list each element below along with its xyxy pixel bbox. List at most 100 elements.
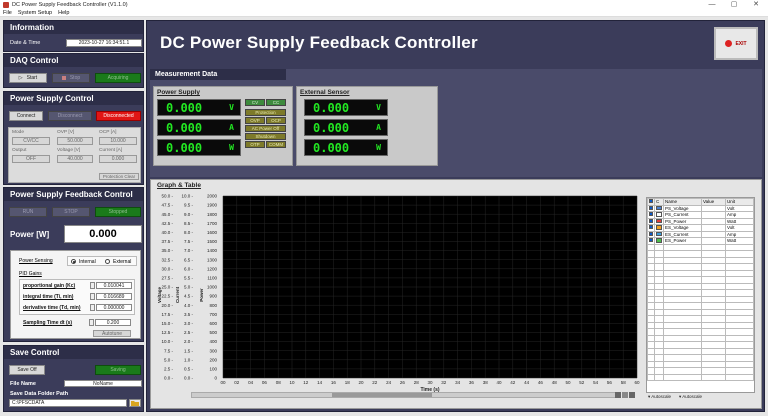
y-tick-label: 600 (209, 321, 217, 326)
daq-title: DAQ Control (4, 54, 143, 67)
autoscale-x-button[interactable]: ▾ Autoscale (648, 394, 678, 401)
output-field[interactable]: OFF (12, 155, 50, 163)
ti-field[interactable]: 0.016689 (96, 293, 132, 300)
y-tick-label: 17.5 - (161, 312, 173, 317)
stop-button[interactable]: Stop (52, 73, 90, 83)
x-tick-label: 04 (248, 380, 254, 385)
series-checkbox[interactable] (649, 212, 653, 217)
fb-stop-button[interactable]: STOP (52, 207, 90, 217)
y-tick-label: 1600 (207, 230, 218, 235)
series-checkbox[interactable] (649, 231, 653, 236)
y-tick-label: 1.0 - (184, 357, 194, 362)
x-tick-label: 50 (565, 380, 571, 385)
x-tick-label: 44 (524, 380, 530, 385)
disconnect-button[interactable]: Disconnect (48, 111, 92, 121)
y-tick-label: 47.5 - (161, 203, 173, 208)
external-sensor-box: External Sensor 0.000 V 0.000 A 0.000 W (296, 86, 438, 166)
dt-field[interactable]: 0.200 (95, 319, 131, 326)
zoom-icon[interactable] (615, 392, 621, 398)
kc-stepper[interactable] (90, 282, 95, 289)
series-color-swatch[interactable] (656, 218, 662, 223)
pan-icon[interactable] (622, 392, 628, 398)
maximize-button[interactable]: ▢ (724, 0, 744, 9)
minimize-button[interactable]: — (702, 0, 722, 9)
cursor-icon[interactable] (629, 392, 635, 398)
y-tick-label: 1000 (207, 285, 218, 290)
x-scrollbar[interactable] (191, 392, 621, 398)
start-button[interactable]: ▷ Start (9, 73, 47, 83)
td-field[interactable]: 0.000000 (96, 304, 132, 311)
kc-field[interactable]: 0.010041 (96, 282, 132, 289)
x-tick-label: 22 (372, 380, 378, 385)
series-checkbox[interactable] (649, 205, 653, 210)
exit-button[interactable]: EXIT (714, 27, 758, 60)
folder-path-field[interactable]: C:\PFSCDATA (9, 399, 127, 407)
x-tick-label: 32 (441, 380, 447, 385)
menu-file[interactable]: File (3, 10, 12, 16)
td-stepper[interactable] (90, 304, 95, 311)
dt-stepper[interactable] (89, 319, 94, 326)
series-checkbox[interactable] (649, 218, 653, 223)
y-axis-label: Current (175, 286, 180, 303)
internal-radio[interactable] (71, 259, 76, 264)
y-axis-label: Voltage (157, 287, 162, 303)
protection-clear-button[interactable]: Protection Clear (99, 173, 139, 180)
filename-field[interactable]: NoName (64, 380, 142, 387)
current-label: Current [A] (99, 148, 123, 153)
series-color-swatch[interactable] (656, 231, 662, 236)
close-button[interactable]: ✕ (746, 0, 766, 9)
y-tick-label: 5.5 - (184, 276, 194, 281)
run-button[interactable]: RUN (9, 207, 47, 217)
external-radio[interactable] (105, 259, 110, 264)
legend-body: PS_Voltage Volt PS_Current Amp PS_Power Watt E… (647, 204, 754, 381)
x-tick-label: 24 (386, 380, 392, 385)
ext-title: External Sensor (300, 89, 350, 96)
legend-row[interactable] (647, 373, 754, 381)
series-color-swatch[interactable] (656, 238, 662, 243)
browse-folder-button[interactable] (129, 399, 141, 407)
voltage-field[interactable]: 40.000 (57, 155, 93, 163)
external-label: External (113, 259, 132, 265)
y-tick-label: 300 (209, 348, 217, 353)
series-checkbox[interactable] (649, 225, 653, 230)
y-tick-label: 400 (209, 339, 217, 344)
autoscale-y-button[interactable]: ▾ Autoscale (679, 394, 709, 401)
comm-indicator: COMM (266, 141, 286, 148)
save-off-button[interactable]: Save Off (9, 365, 45, 375)
dt-label: Sampling Time dt (s) (23, 320, 73, 326)
y-tick-label: 25.0 - (161, 285, 173, 290)
menu-system-setup[interactable]: System Setup (18, 10, 52, 16)
ps-current-unit: A (229, 123, 234, 132)
ps-voltage-unit: V (229, 103, 234, 112)
ocp-field[interactable]: 10.000 (99, 137, 137, 145)
psc-settings-box: Mode OVP [V] OCP [A] CV/CC 50.000 10.000… (8, 127, 141, 183)
graph-tools (615, 392, 637, 399)
connect-button[interactable]: Connect (9, 111, 43, 121)
series-color-swatch[interactable] (656, 205, 662, 210)
series-color-swatch[interactable] (656, 225, 662, 230)
ps-voltage-value: 0.000 (166, 100, 203, 115)
y-tick-label: 1300 (207, 257, 218, 262)
autotune-button[interactable]: Autotune (93, 330, 131, 337)
y-tick-label: 7.5 - (164, 348, 174, 353)
select-all-checkbox[interactable] (649, 199, 653, 204)
current-field[interactable]: 0.000 (99, 155, 137, 163)
series-checkbox[interactable] (649, 238, 653, 243)
ac-power-off-indicator: AC Power Off (245, 125, 286, 132)
x-tick-label: 06 (262, 380, 268, 385)
x-tick-label: 42 (510, 380, 516, 385)
scroll-thumb[interactable] (332, 393, 432, 397)
y-tick-label: 20.0 - (161, 303, 173, 308)
y-tick-label: 8.0 - (184, 230, 194, 235)
x-tick-label: 02 (234, 380, 240, 385)
series-color-swatch[interactable] (656, 212, 662, 217)
ovp-field[interactable]: 50.000 (57, 137, 93, 145)
ti-stepper[interactable] (90, 293, 95, 300)
mode-field[interactable]: CV/CC (12, 137, 50, 145)
app-icon (3, 1, 9, 8)
time-chart[interactable]: 00 02 04 06 08 10 12 14 16 18 20 22 24 26 28 30 32 34 36 38… (151, 190, 641, 400)
ps-voltage-display: 0.000 V (157, 99, 241, 116)
ps-power-value: 0.000 (166, 140, 203, 155)
save-title: Save Control (4, 346, 143, 359)
menu-help[interactable]: Help (58, 10, 69, 16)
